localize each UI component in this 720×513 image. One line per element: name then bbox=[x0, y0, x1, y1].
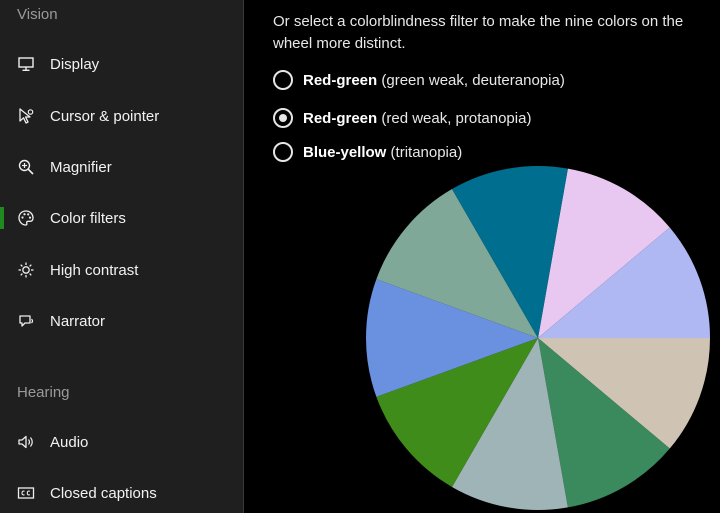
sidebar-item-display[interactable]: Display bbox=[0, 44, 243, 84]
sidebar-item-label: Magnifier bbox=[50, 158, 112, 176]
magnifier-icon bbox=[16, 157, 36, 177]
sidebar: Vision Display Cursor & pointer Magnifie… bbox=[0, 0, 244, 513]
sidebar-item-label: Display bbox=[50, 55, 100, 73]
radio-button[interactable] bbox=[273, 108, 293, 128]
captions-icon bbox=[16, 483, 36, 503]
sidebar-item-label: Audio bbox=[50, 433, 89, 451]
cursor-icon bbox=[16, 106, 36, 126]
section-title-vision: Vision bbox=[17, 6, 58, 23]
sidebar-item-label: Closed captions bbox=[50, 484, 157, 502]
sidebar-item-magnifier[interactable]: Magnifier bbox=[0, 147, 243, 187]
radio-deuteranopia[interactable]: Red-green (green weak, deuteranopia) bbox=[273, 68, 565, 92]
radio-button[interactable] bbox=[273, 142, 293, 162]
main-content: Or select a colorblindness filter to mak… bbox=[245, 0, 720, 513]
sun-icon bbox=[16, 260, 36, 280]
sidebar-item-label: Narrator bbox=[50, 312, 106, 330]
narrator-icon bbox=[16, 311, 36, 331]
sidebar-item-label: Cursor & pointer bbox=[50, 107, 160, 125]
sidebar-item-narrator[interactable]: Narrator bbox=[0, 301, 243, 341]
radio-tritanopia[interactable]: Blue-yellow (tritanopia) bbox=[273, 140, 462, 164]
speaker-icon bbox=[16, 432, 36, 452]
sidebar-item-closed-captions[interactable]: Closed captions bbox=[0, 473, 243, 513]
sidebar-item-cursor-pointer[interactable]: Cursor & pointer bbox=[0, 96, 243, 136]
radio-protanopia[interactable]: Red-green (red weak, protanopia) bbox=[273, 106, 531, 130]
radio-label: Blue-yellow (tritanopia) bbox=[303, 143, 463, 161]
palette-icon bbox=[16, 208, 36, 228]
filter-instructions: Or select a colorblindness filter to mak… bbox=[273, 13, 684, 52]
sidebar-item-color-filters[interactable]: Color filters bbox=[0, 198, 243, 238]
sidebar-item-audio[interactable]: Audio bbox=[0, 422, 243, 462]
monitor-icon bbox=[16, 54, 36, 74]
radio-label: Red-green (red weak, protanopia) bbox=[303, 109, 532, 127]
section-title-hearing: Hearing bbox=[17, 384, 70, 401]
color-wheel bbox=[366, 166, 710, 510]
radio-label: Red-green (green weak, deuteranopia) bbox=[303, 71, 565, 89]
sidebar-item-label: Color filters bbox=[50, 209, 126, 227]
sidebar-item-high-contrast[interactable]: High contrast bbox=[0, 250, 243, 290]
selection-indicator bbox=[0, 207, 4, 229]
sidebar-item-label: High contrast bbox=[50, 261, 139, 279]
radio-button[interactable] bbox=[273, 70, 293, 90]
